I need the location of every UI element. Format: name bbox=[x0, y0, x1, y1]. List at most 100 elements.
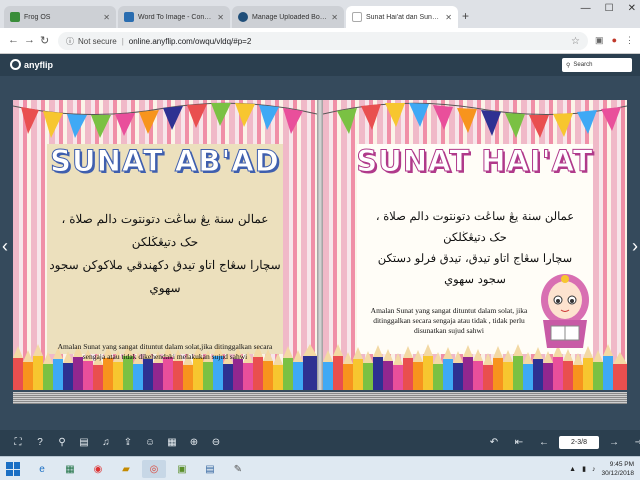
share-icon[interactable]: ⇪ bbox=[118, 437, 138, 448]
page-title: SUNAT HAI'AT bbox=[356, 144, 594, 179]
system-tray: ▲ ▮ ♪ 9:45 PM 30/12/2018 bbox=[569, 460, 634, 478]
pencils-decoration bbox=[323, 344, 627, 390]
close-tab-icon[interactable]: ✕ bbox=[445, 13, 452, 22]
zoom-in-icon[interactable]: ⊕ bbox=[184, 437, 204, 448]
last-page-icon[interactable]: ⇥ bbox=[629, 437, 640, 448]
word-to-image-favicon-icon bbox=[124, 12, 134, 22]
malay-text: Amalan Sunat yang sangat dituntut dalam … bbox=[57, 342, 273, 361]
volume-icon[interactable]: ♪ bbox=[592, 466, 596, 473]
close-tab-icon[interactable]: ✕ bbox=[331, 13, 338, 22]
url-text: online.anyflip.com/owqu/vldq/#p=2 bbox=[128, 36, 252, 46]
address-bar: ← → ↻ ⓘ Not secure | online.anyflip.com/… bbox=[0, 28, 640, 54]
logo-text: anyflip bbox=[24, 59, 54, 70]
jawi-line: حک دتيڠڬلکن bbox=[443, 230, 507, 244]
viewer-toolbar: ⛶ ? ⚲ ▤ ♫ ⇪ ☺ ▦ ⊕ ⊖ ↶ ⇤ ← 2-3/8 → ⇥ bbox=[0, 430, 640, 456]
jawi-line: سچارا سڠاج اتاو تيدق دکهندقي ملاکوکن سجو… bbox=[49, 258, 281, 272]
file-explorer-icon[interactable]: ▰ bbox=[114, 460, 138, 478]
tab-sunat-active[interactable]: Sunat Hai'at dan Sunat Ab'a ✕ bbox=[346, 6, 458, 28]
page-indicator[interactable]: 2-3/8 bbox=[559, 436, 599, 449]
anyflip-logo[interactable]: anyflip bbox=[10, 59, 53, 70]
malay-text: Amalan Sunat yang sangat dituntut dalam … bbox=[370, 306, 528, 335]
start-button[interactable] bbox=[6, 462, 20, 476]
maximize-button[interactable]: ☐ bbox=[605, 3, 614, 14]
jawi-text: عمالن سنة يڠ ساڠت دتونتوت دالم صلاة ، حک… bbox=[49, 208, 281, 300]
minimize-button[interactable]: — bbox=[581, 3, 591, 14]
close-tab-icon[interactable]: ✕ bbox=[103, 13, 110, 22]
social-icon[interactable]: ☺ bbox=[140, 437, 160, 448]
print-icon[interactable]: ▤ bbox=[74, 437, 94, 448]
anyflip-header: anyflip ⚲ Search bbox=[0, 54, 640, 76]
info-icon: ⓘ bbox=[66, 36, 74, 46]
window-controls: — ☐ ✕ bbox=[581, 3, 636, 14]
jawi-line: سچارا سڠاج اتاو تيدق، تيدق فرلو دستکن bbox=[377, 251, 573, 265]
jawi-line: حک دتيڠڬلکن bbox=[131, 235, 199, 249]
security-label: Not secure bbox=[78, 36, 117, 46]
close-window-button[interactable]: ✕ bbox=[628, 3, 636, 14]
tab-title: Frog OS bbox=[24, 13, 51, 21]
search-icon: ⚲ bbox=[566, 62, 571, 69]
app-icon[interactable]: ▤ bbox=[198, 460, 222, 478]
network-icon[interactable]: ▮ bbox=[582, 465, 586, 473]
tab-frog-os[interactable]: Frog OS ✕ bbox=[4, 6, 116, 28]
clock-date: 30/12/2018 bbox=[601, 470, 634, 477]
right-page[interactable]: SUNAT HAI'AT عمالن سنة يڠ ساڠت دتونتوت د… bbox=[323, 100, 627, 390]
page-title: SUNAT AB'AD bbox=[50, 144, 280, 179]
back-icon[interactable]: ← bbox=[8, 34, 19, 46]
search-input[interactable]: ⚲ Search bbox=[562, 58, 632, 72]
anyflip-logo-icon bbox=[10, 59, 21, 70]
reload-icon[interactable]: ↻ bbox=[40, 34, 49, 47]
previous-page-arrow-icon[interactable]: ‹ bbox=[2, 236, 8, 257]
jawi-line: عمالن سنة يڠ ساڠت دتونتوت دالم صلاة ، bbox=[61, 212, 269, 226]
extension-icons: ▣ ● ⋮ bbox=[595, 35, 634, 46]
next-page-arrow-icon[interactable]: › bbox=[632, 236, 638, 257]
jawi-line: سهوي bbox=[149, 281, 181, 295]
previous-page-icon[interactable]: ← bbox=[534, 437, 554, 448]
first-page-icon[interactable]: ⇤ bbox=[509, 437, 529, 448]
next-page-icon[interactable]: → bbox=[604, 437, 624, 448]
profile-icon[interactable]: ● bbox=[612, 35, 617, 46]
media-player-icon[interactable]: ◉ bbox=[86, 460, 110, 478]
share-back-icon[interactable]: ↶ bbox=[484, 437, 504, 448]
zoom-out-icon[interactable]: ⊖ bbox=[206, 437, 226, 448]
clock-time: 9:45 PM bbox=[609, 461, 634, 468]
screen: Frog OS ✕ Word To Image - Convert your D… bbox=[0, 0, 640, 480]
excel-icon[interactable]: ▦ bbox=[58, 460, 82, 478]
search-icon[interactable]: ⚲ bbox=[52, 437, 72, 448]
book-viewer: ‹ › SUNAT AB'AD عمالن سنة يڠ ساڠت دتونتو… bbox=[0, 76, 640, 430]
url-field[interactable]: ⓘ Not secure | online.anyflip.com/owqu/v… bbox=[58, 32, 588, 50]
extension-icon[interactable]: ▣ bbox=[595, 35, 604, 46]
chrome-icon[interactable]: ◎ bbox=[142, 460, 166, 478]
sound-icon[interactable]: ♫ bbox=[96, 437, 116, 448]
help-icon[interactable]: ? bbox=[30, 437, 50, 448]
fullscreen-icon[interactable]: ⛶ bbox=[8, 437, 28, 448]
close-tab-icon[interactable]: ✕ bbox=[217, 13, 224, 22]
app-icon[interactable]: ✎ bbox=[226, 460, 250, 478]
internet-explorer-icon[interactable]: e bbox=[30, 460, 54, 478]
thumbnails-icon[interactable]: ▦ bbox=[162, 437, 182, 448]
tab-title: Sunat Hai'at dan Sunat Ab'a bbox=[366, 13, 441, 21]
page-favicon-icon bbox=[352, 12, 362, 22]
forward-icon[interactable]: → bbox=[24, 34, 35, 46]
windows-taskbar: e ▦ ◉ ▰ ◎ ▣ ▤ ✎ ▲ ▮ ♪ 9:45 PM 30/12/2018 bbox=[0, 456, 640, 480]
tab-word-to-image[interactable]: Word To Image - Convert your D ✕ bbox=[118, 6, 230, 28]
toolbar-right: ↶ ⇤ ← 2-3/8 → ⇥ bbox=[484, 436, 640, 449]
browser-tabstrip: Frog OS ✕ Word To Image - Convert your D… bbox=[0, 0, 640, 28]
clock[interactable]: 9:45 PM 30/12/2018 bbox=[601, 460, 634, 478]
toolbar-left: ⛶ ? ⚲ ▤ ♫ ⇪ ☺ ▦ ⊕ ⊖ bbox=[8, 437, 226, 448]
menu-icon[interactable]: ⋮ bbox=[625, 35, 634, 46]
left-page[interactable]: SUNAT AB'AD عمالن سنة يڠ ساڠت دتونتوت دا… bbox=[13, 100, 317, 390]
search-placeholder: Search bbox=[573, 62, 593, 68]
frog-favicon-icon bbox=[10, 12, 20, 22]
page-stack-edge bbox=[13, 392, 627, 404]
anyflip-favicon-icon bbox=[238, 12, 248, 22]
jawi-line: عمالن سنة يڠ ساڠت دتونتوت دالم صلاة ، bbox=[375, 209, 575, 223]
new-tab-button[interactable]: + bbox=[462, 9, 469, 23]
bunting-decoration bbox=[323, 102, 627, 138]
girl-reading-illustration bbox=[541, 274, 589, 348]
bookmark-star-icon[interactable]: ☆ bbox=[571, 36, 580, 47]
app-icon[interactable]: ▣ bbox=[170, 460, 194, 478]
bunting-decoration bbox=[13, 102, 317, 138]
tab-title: Word To Image - Convert your D bbox=[138, 13, 213, 21]
tab-manage-books[interactable]: Manage Uploaded Books | AnyFl ✕ bbox=[232, 6, 344, 28]
tray-arrow-icon[interactable]: ▲ bbox=[569, 466, 576, 473]
